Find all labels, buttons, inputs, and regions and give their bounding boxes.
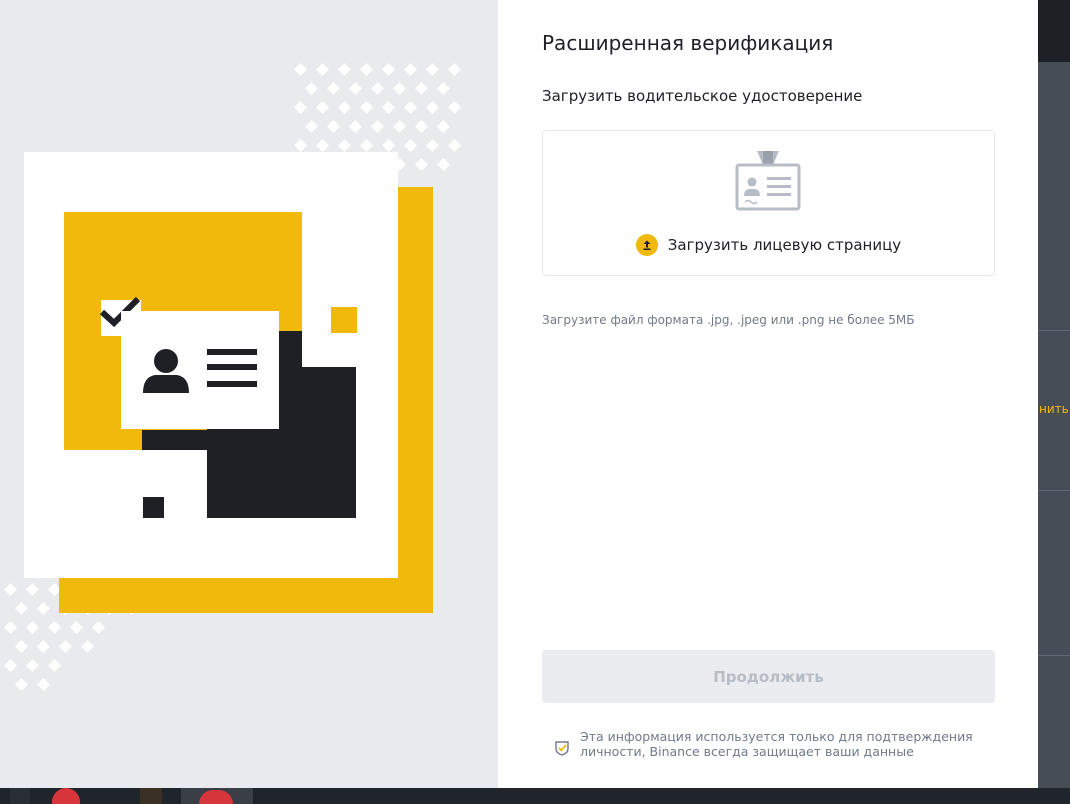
taskbar-app-icon[interactable] <box>140 788 162 804</box>
illustration-dark-block <box>142 430 207 450</box>
taskbar <box>0 788 1070 804</box>
background-divider <box>1038 490 1070 491</box>
decorative-dot <box>448 139 461 152</box>
decorative-dot <box>26 621 39 634</box>
decorative-dot <box>404 101 417 114</box>
decorative-dot <box>360 63 373 76</box>
decorative-dot <box>448 63 461 76</box>
decorative-dot <box>294 139 307 152</box>
decorative-dot <box>338 101 351 114</box>
decorative-dot <box>415 82 428 95</box>
illustration-dark-block <box>279 331 302 367</box>
illustration-panel <box>0 0 498 788</box>
decorative-dot <box>404 139 417 152</box>
decorative-dot <box>426 101 439 114</box>
decorative-dot <box>360 101 373 114</box>
background-page-strip: нить <box>1038 0 1070 788</box>
decorative-dot <box>26 583 39 596</box>
privacy-text: Эта информация используется только для п… <box>580 729 973 759</box>
decorative-dot <box>316 63 329 76</box>
illustration-small-yellow-square <box>331 307 357 333</box>
continue-button[interactable]: Продолжить <box>542 650 995 703</box>
decorative-dot <box>393 120 406 133</box>
shield-check-icon <box>555 741 569 756</box>
decorative-dot <box>415 120 428 133</box>
decorative-dot <box>15 640 28 653</box>
decorative-dot <box>382 101 395 114</box>
taskbar-app-icon[interactable] <box>10 788 30 804</box>
decorative-dot <box>15 602 28 615</box>
decorative-dot <box>48 659 61 672</box>
privacy-note: Эта информация используется только для п… <box>554 729 1000 759</box>
decorative-dot <box>338 139 351 152</box>
decorative-dot <box>404 63 417 76</box>
decorative-dot <box>371 120 384 133</box>
decorative-dot <box>37 678 50 691</box>
background-divider <box>1038 655 1070 656</box>
decorative-dot <box>382 63 395 76</box>
background-partial-text: нить <box>1039 402 1069 416</box>
decorative-dot <box>437 120 450 133</box>
decorative-dot <box>382 139 395 152</box>
decorative-dot <box>70 621 83 634</box>
decorative-dot <box>437 158 450 171</box>
decorative-dot <box>415 158 428 171</box>
decorative-dot <box>4 583 17 596</box>
illustration-id-card <box>121 311 279 429</box>
id-card-icon <box>143 349 257 393</box>
verification-panel: Расширенная верификация Загрузить водите… <box>498 0 1038 788</box>
decorative-dot <box>294 63 307 76</box>
decorative-dot <box>59 640 72 653</box>
background-divider <box>1038 330 1070 331</box>
taskbar-app-icon[interactable] <box>52 788 80 804</box>
upload-arrow-icon <box>635 234 658 256</box>
decorative-dot <box>15 678 28 691</box>
decorative-dot <box>426 139 439 152</box>
id-card-icon <box>735 151 801 211</box>
decorative-dot <box>349 120 362 133</box>
decorative-dot <box>327 120 340 133</box>
decorative-dot <box>81 640 94 653</box>
decorative-dot <box>437 82 450 95</box>
decorative-dot <box>316 139 329 152</box>
taskbar-active-app[interactable] <box>181 788 253 804</box>
upload-front-side-button[interactable]: Загрузить лицевую страницу <box>542 130 995 276</box>
decorative-dot <box>305 120 318 133</box>
document-type-label: Загрузить водительское удостоверение <box>542 87 863 105</box>
decorative-dot <box>37 640 50 653</box>
decorative-dot <box>316 101 329 114</box>
decorative-dot <box>4 659 17 672</box>
decorative-dot <box>48 621 61 634</box>
decorative-dot <box>92 621 105 634</box>
upload-label: Загрузить лицевую страницу <box>667 236 902 254</box>
upload-action: Загрузить лицевую страницу <box>543 234 994 256</box>
file-format-hint: Загрузите файл формата .jpg, .jpeg или .… <box>542 313 915 327</box>
decorative-dot <box>327 82 340 95</box>
decorative-dot <box>26 659 39 672</box>
decorative-dot <box>371 82 384 95</box>
page-title: Расширенная верификация <box>542 31 834 55</box>
decorative-dot <box>305 82 318 95</box>
decorative-dot <box>426 63 439 76</box>
decorative-dot <box>294 101 307 114</box>
decorative-dot <box>349 82 362 95</box>
decorative-dot <box>360 139 373 152</box>
decorative-dot <box>393 82 406 95</box>
background-header <box>1038 0 1070 62</box>
decorative-dot <box>448 101 461 114</box>
decorative-dot <box>338 63 351 76</box>
illustration-small-black-square <box>143 497 164 518</box>
decorative-dot <box>4 621 17 634</box>
decorative-dot <box>37 602 50 615</box>
